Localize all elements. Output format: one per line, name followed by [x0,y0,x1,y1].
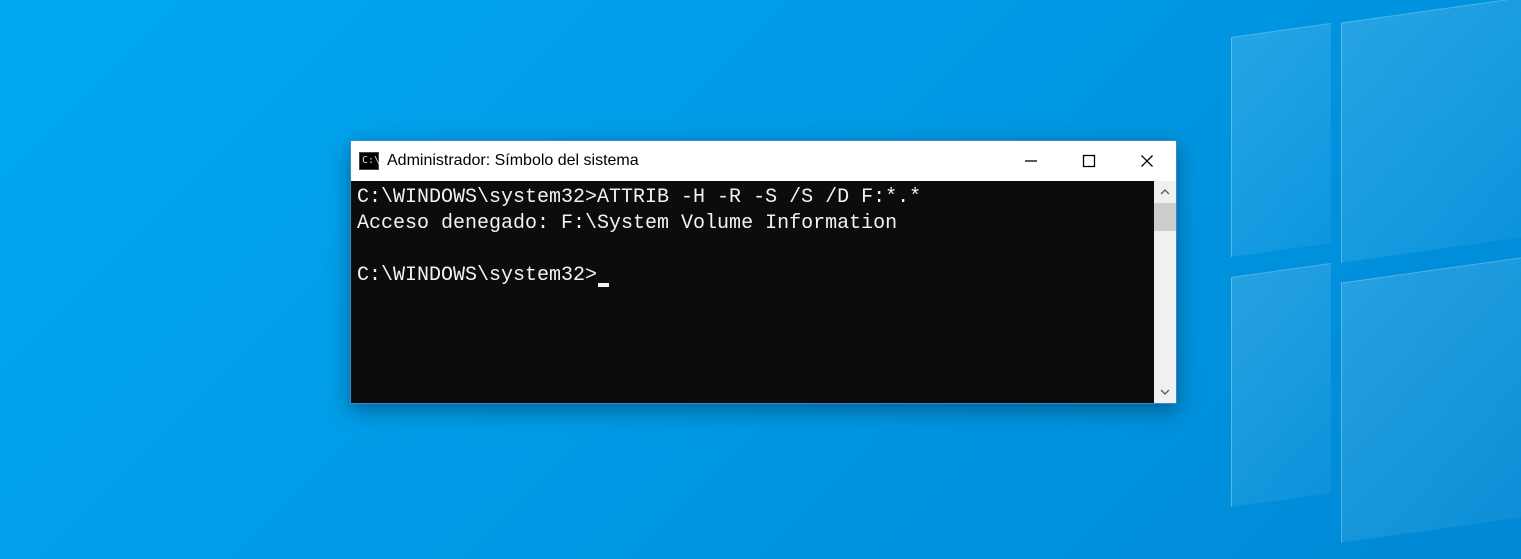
cmd-icon: C:\. [359,152,379,170]
scroll-down-button[interactable] [1154,381,1176,403]
scroll-track[interactable] [1154,203,1176,381]
terminal-line: Acceso denegado: F:\System Volume Inform… [357,211,1148,237]
windows-logo-background [1171,0,1521,559]
scroll-up-button[interactable] [1154,181,1176,203]
command-prompt-window: C:\. Administrador: Símbolo del sistema … [350,140,1177,404]
terminal-area: C:\WINDOWS\system32>ATTRIB -H -R -S /S /… [351,181,1176,403]
terminal-line: C:\WINDOWS\system32>ATTRIB -H -R -S /S /… [357,185,1148,211]
window-controls [1002,141,1176,181]
window-title: Administrador: Símbolo del sistema [387,152,1002,170]
minimize-button[interactable] [1002,141,1060,181]
cursor [598,283,609,287]
maximize-button[interactable] [1060,141,1118,181]
terminal-line: C:\WINDOWS\system32> [357,263,1148,289]
terminal-output[interactable]: C:\WINDOWS\system32>ATTRIB -H -R -S /S /… [351,181,1154,403]
close-button[interactable] [1118,141,1176,181]
terminal-line [357,237,1148,263]
vertical-scrollbar[interactable] [1154,181,1176,403]
scroll-thumb[interactable] [1154,203,1176,231]
titlebar[interactable]: C:\. Administrador: Símbolo del sistema [351,141,1176,181]
